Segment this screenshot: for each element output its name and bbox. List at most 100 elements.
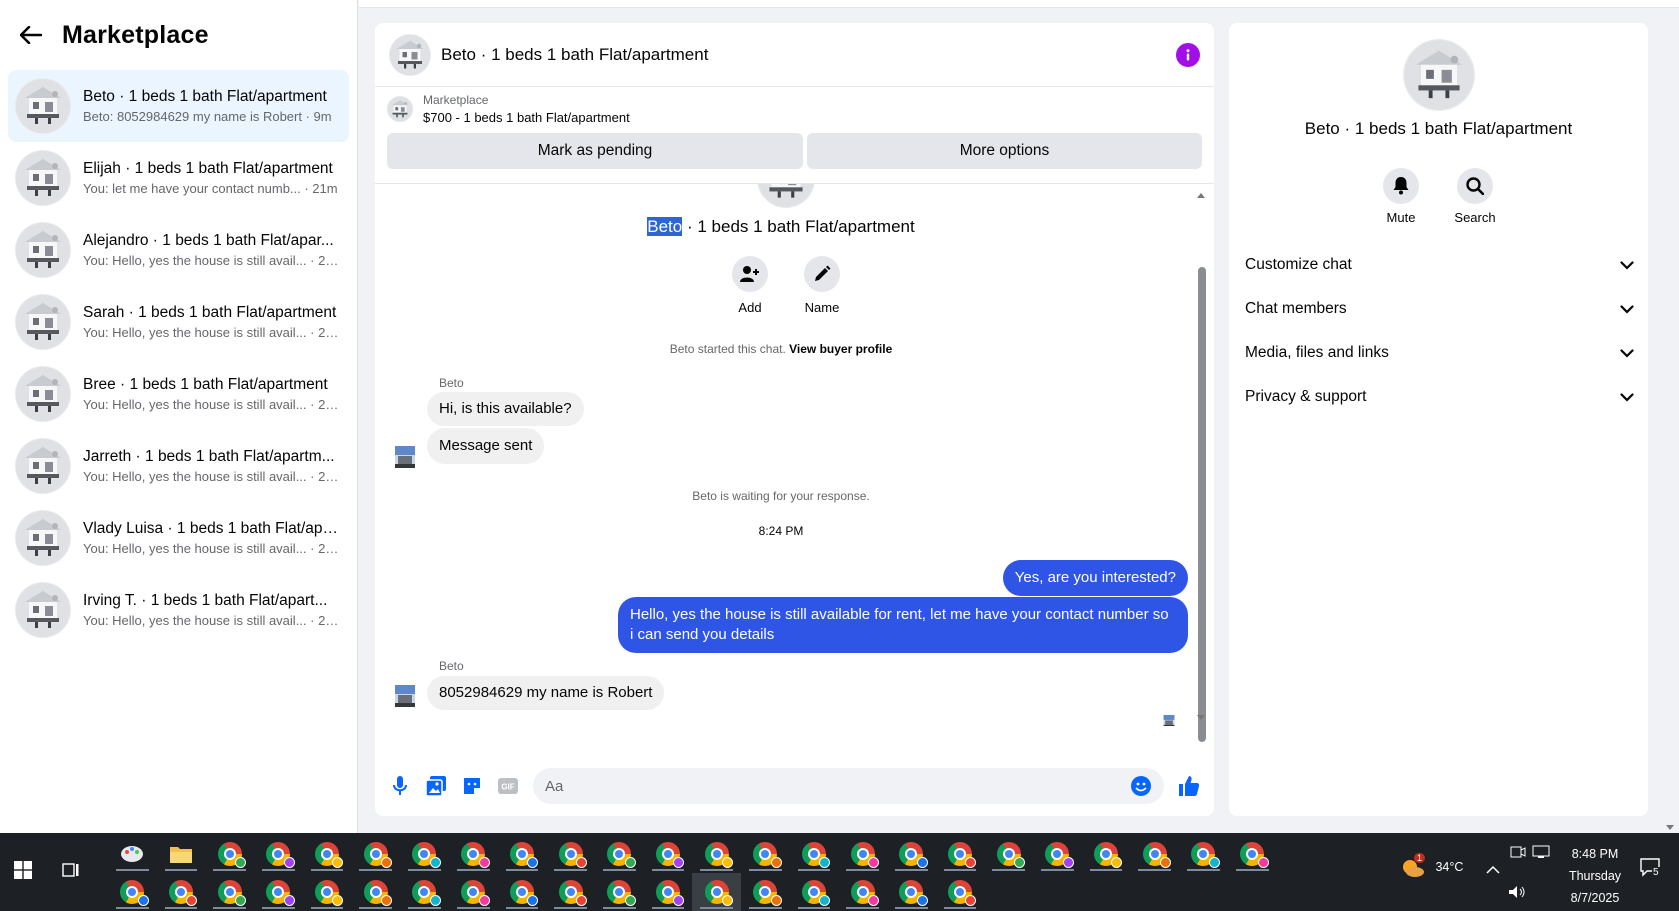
gif-icon[interactable]: GIF — [497, 775, 519, 797]
taskbar-app-tbrow2-12[interactable] — [692, 873, 741, 911]
taskbar-app-tbrow2-2[interactable] — [205, 873, 254, 911]
accordion-privacy-support[interactable]: Privacy & support — [1245, 377, 1634, 417]
profile-name-rest: · 1 beds 1 bath Flat/apartment — [682, 217, 915, 236]
conversation-item[interactable]: Elijah · 1 beds 1 bath Flat/apartment You… — [8, 142, 349, 214]
taskbar-app-tbrow1-17[interactable] — [936, 835, 985, 873]
taskbar-app-tbrow2-7[interactable] — [449, 873, 498, 911]
scrollbar-thumb[interactable] — [1198, 267, 1206, 742]
microphone-icon[interactable] — [389, 775, 411, 797]
message-input[interactable] — [545, 777, 1130, 795]
clock-day: Thursday — [1568, 869, 1622, 883]
scroll-up-arrow-icon[interactable] — [1196, 192, 1206, 200]
network-icon[interactable] — [1532, 845, 1550, 862]
chat-header: Beto · 1 beds 1 bath Flat/apartment — [375, 23, 1214, 87]
taskbar-app-tbrow1-21[interactable] — [1130, 835, 1179, 873]
taskbar-app-tbrow1-10[interactable] — [595, 835, 644, 873]
taskbar-app-tbrow1-0[interactable] — [108, 835, 157, 873]
conversation-item[interactable]: Bree · 1 beds 1 bath Flat/apartment You: … — [8, 358, 349, 430]
notifications-icon[interactable]: 5 — [1640, 857, 1660, 880]
conversation-item[interactable]: Vlady Luisa · 1 beds 1 bath Flat/apa... Y… — [8, 502, 349, 574]
conversation-preview: You: let me have your contact numb... · … — [83, 180, 338, 196]
accordion-media-files-links[interactable]: Media, files and links — [1245, 333, 1634, 373]
mark-as-pending-button[interactable]: Mark as pending — [387, 133, 803, 169]
taskbar-row-top — [108, 835, 1277, 873]
taskbar-app-tbrow2-11[interactable] — [644, 873, 693, 911]
taskbar-app-tbrow2-9[interactable] — [546, 873, 595, 911]
mute-button[interactable]: Mute — [1381, 168, 1421, 225]
taskbar-app-tbrow1-16[interactable] — [887, 835, 936, 873]
taskbar-app-tbrow1-12[interactable] — [692, 835, 741, 873]
taskbar-app-tbrow1-11[interactable] — [644, 835, 693, 873]
taskbar-app-tbrow1-14[interactable] — [790, 835, 839, 873]
search-button[interactable]: Search — [1454, 168, 1496, 225]
profile-badge-icon — [429, 857, 441, 868]
taskbar-app-tbrow1-8[interactable] — [498, 835, 547, 873]
taskbar-app-tbrow1-1[interactable] — [157, 835, 206, 873]
taskbar-app-tbrow2-16[interactable] — [887, 873, 936, 911]
emoji-icon[interactable] — [1130, 775, 1152, 797]
add-person-button[interactable]: Add — [731, 256, 769, 315]
taskbar-app-tbrow1-20[interactable] — [1082, 835, 1131, 873]
taskbar-app-tbrow2-0[interactable] — [108, 873, 157, 911]
outgoing-message[interactable]: Hello, yes the house is still available … — [618, 597, 1188, 653]
taskbar-app-tbrow1-3[interactable] — [254, 835, 303, 873]
incoming-message[interactable]: Message sent — [427, 428, 545, 464]
incoming-message[interactable]: 8052984629 my name is Robert — [427, 676, 665, 710]
edit-name-button[interactable]: Name — [803, 256, 841, 315]
chevron-up-icon[interactable] — [1486, 863, 1500, 877]
weather-widget[interactable]: 1 34°C — [1400, 853, 1463, 879]
back-arrow-icon[interactable] — [18, 22, 44, 48]
accordion-customize-chat[interactable]: Customize chat — [1245, 245, 1634, 285]
notification-count: 5 — [1652, 867, 1660, 878]
taskbar-app-tbrow2-13[interactable] — [741, 873, 790, 911]
taskbar-app-tbrow1-15[interactable] — [838, 835, 887, 873]
taskbar-app-tbrow1-19[interactable] — [1033, 835, 1082, 873]
taskbar-app-tbrow2-17[interactable] — [936, 873, 985, 911]
taskbar-app-tbrow1-23[interactable] — [1228, 835, 1277, 873]
thumbs-up-icon[interactable] — [1178, 775, 1200, 797]
outgoing-message[interactable]: Yes, are you interested? — [1002, 560, 1188, 596]
chat-title[interactable]: Beto · 1 beds 1 bath Flat/apartment — [441, 45, 1176, 65]
waiting-notice: Beto is waiting for your response. — [692, 489, 870, 503]
taskbar-app-tbrow2-1[interactable] — [157, 873, 206, 911]
task-view-icon[interactable] — [62, 861, 80, 884]
thread-scrollbar[interactable] — [1196, 192, 1206, 742]
meet-now-icon[interactable] — [1510, 845, 1526, 862]
volume-icon[interactable] — [1508, 885, 1526, 902]
scroll-down-arrow-icon[interactable] — [1196, 714, 1206, 722]
view-buyer-profile-link[interactable]: View buyer profile — [789, 342, 892, 356]
taskbar-app-tbrow2-6[interactable] — [400, 873, 449, 911]
taskbar-app-tbrow1-7[interactable] — [449, 835, 498, 873]
taskbar-app-tbrow1-22[interactable] — [1179, 835, 1228, 873]
taskbar-app-tbrow2-4[interactable] — [303, 873, 352, 911]
taskbar-app-tbrow1-6[interactable] — [400, 835, 449, 873]
taskbar-app-tbrow1-5[interactable] — [351, 835, 400, 873]
taskbar-app-tbrow1-4[interactable] — [303, 835, 352, 873]
conversation-item[interactable]: Beto · 1 beds 1 bath Flat/apartment Beto:… — [8, 70, 349, 142]
taskbar-app-tbrow2-8[interactable] — [498, 873, 547, 911]
taskbar-app-tbrow2-5[interactable] — [351, 873, 400, 911]
taskbar-app-tbrow1-13[interactable] — [741, 835, 790, 873]
sticker-icon[interactable] — [461, 775, 483, 797]
photo-gallery-icon[interactable] — [425, 775, 447, 797]
conversation-item[interactable]: Irving T. · 1 beds 1 bath Flat/apart... Y… — [8, 574, 349, 646]
conversation-item[interactable]: Sarah · 1 beds 1 bath Flat/apartment You:… — [8, 286, 349, 358]
more-options-button[interactable]: More options — [807, 133, 1202, 169]
taskbar-app-tbrow2-3[interactable] — [254, 873, 303, 911]
weather-badge: 1 — [1414, 853, 1426, 863]
listing-banner[interactable]: Marketplace $700 - 1 beds 1 bath Flat/ap… — [375, 87, 1214, 131]
taskbar-app-tbrow1-9[interactable] — [546, 835, 595, 873]
incoming-message[interactable]: Hi, is this available? — [427, 392, 584, 426]
info-icon[interactable] — [1176, 42, 1200, 67]
conversation-item[interactable]: Jarreth · 1 beds 1 bath Flat/apartm... Yo… — [8, 430, 349, 502]
taskbar-app-tbrow1-18[interactable] — [984, 835, 1033, 873]
chat-header-avatar[interactable] — [389, 34, 431, 76]
accordion-chat-members[interactable]: Chat members — [1245, 289, 1634, 329]
taskbar-app-tbrow2-15[interactable] — [838, 873, 887, 911]
taskbar-app-tbrow2-10[interactable] — [595, 873, 644, 911]
taskbar-app-tbrow1-2[interactable] — [205, 835, 254, 873]
windows-start-icon[interactable] — [14, 861, 32, 879]
taskbar-app-tbrow2-14[interactable] — [790, 873, 839, 911]
conversation-item[interactable]: Alejandro · 1 beds 1 bath Flat/apar... Yo… — [8, 214, 349, 286]
clock[interactable]: 8:48 PM Thursday 8/7/2025 — [1562, 843, 1628, 909]
